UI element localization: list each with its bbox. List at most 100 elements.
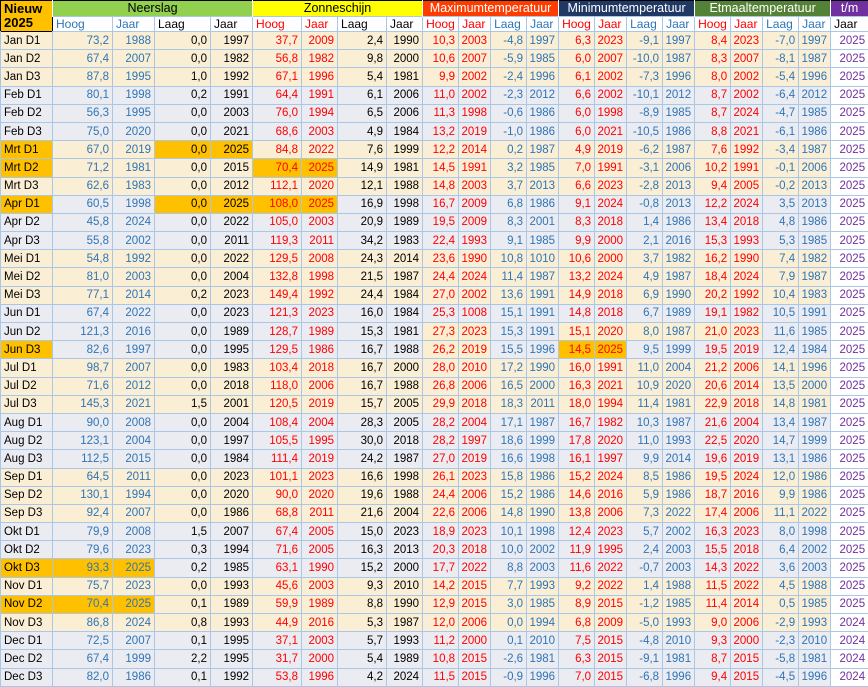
data-cell[interactable]: 19,5 — [694, 467, 732, 487]
tm-cell[interactable]: 2025 — [830, 576, 868, 596]
data-cell[interactable]: 2015 — [594, 649, 628, 669]
data-cell[interactable]: 1997 — [526, 30, 560, 51]
data-cell[interactable]: 45,8 — [52, 212, 113, 233]
data-cell[interactable]: 1986 — [798, 467, 832, 487]
data-cell[interactable]: 111,4 — [252, 449, 303, 469]
data-cell[interactable]: 27,3 — [422, 321, 460, 342]
data-cell[interactable]: 2002 — [458, 67, 492, 87]
tm-cell[interactable]: 2025 — [830, 321, 868, 342]
data-cell[interactable]: -6,1 — [762, 121, 800, 142]
data-cell[interactable]: 0,0 — [154, 140, 211, 160]
data-cell[interactable]: 2014 — [662, 449, 696, 469]
data-cell[interactable]: 2001 — [209, 394, 254, 414]
data-cell[interactable]: 2025 — [594, 340, 628, 360]
data-cell[interactable]: 55,8 — [52, 231, 113, 251]
data-cell[interactable]: 2023 — [209, 285, 254, 305]
data-cell[interactable]: 68,6 — [252, 121, 303, 142]
data-cell[interactable]: 2003 — [209, 103, 254, 123]
tm-cell[interactable]: 2025 — [830, 340, 868, 360]
data-cell[interactable]: 1986 — [526, 103, 560, 123]
subheader-etmaaltemperatuur-laag-2[interactable]: Laag — [762, 16, 800, 32]
data-cell[interactable]: 6,3 — [558, 30, 596, 51]
data-cell[interactable]: 0,0 — [154, 449, 211, 469]
data-cell[interactable]: 9,4 — [694, 667, 732, 687]
row-label[interactable]: Sep D3 — [0, 503, 53, 524]
row-label[interactable]: Jan D3 — [0, 67, 53, 87]
data-cell[interactable]: 2013 — [526, 176, 560, 196]
row-label[interactable]: Mei D2 — [0, 267, 53, 287]
data-cell[interactable]: -10,1 — [626, 85, 664, 105]
data-cell[interactable]: 2002 — [730, 85, 764, 105]
tm-cell[interactable]: 2025 — [830, 358, 868, 378]
data-cell[interactable]: 10,6 — [558, 249, 596, 269]
data-cell[interactable]: 120,5 — [252, 394, 303, 414]
data-cell[interactable]: 0,0 — [154, 431, 211, 451]
tm-cell[interactable]: 2025 — [830, 522, 868, 542]
tm-cell[interactable]: 2025 — [830, 431, 868, 451]
data-cell[interactable]: 1987 — [662, 140, 696, 160]
data-cell[interactable]: 2019 — [301, 394, 339, 414]
subheader-neerslag-jaar-1[interactable]: Jaar — [112, 16, 155, 32]
data-cell[interactable]: 10,8 — [490, 249, 528, 269]
data-cell[interactable]: 21,5 — [337, 267, 388, 287]
data-cell[interactable]: 6,5 — [337, 103, 388, 123]
data-cell[interactable]: 2,1 — [626, 231, 664, 251]
data-cell[interactable]: 1989 — [301, 594, 339, 615]
data-cell[interactable]: 1991 — [458, 158, 492, 178]
data-cell[interactable]: 1989 — [301, 321, 339, 342]
data-cell[interactable]: 5,4 — [337, 649, 388, 669]
data-cell[interactable]: 16,3 — [694, 522, 732, 542]
data-cell[interactable]: 18,6 — [490, 431, 528, 451]
data-cell[interactable]: 0,0 — [154, 176, 211, 196]
data-cell[interactable]: 2001 — [526, 212, 560, 233]
data-cell[interactable]: 0,0 — [154, 103, 211, 123]
data-cell[interactable]: 1993 — [526, 576, 560, 596]
data-cell[interactable]: 4,9 — [337, 121, 388, 142]
data-cell[interactable]: -0,6 — [490, 103, 528, 123]
data-cell[interactable]: 1986 — [662, 485, 696, 505]
data-cell[interactable]: 1,5 — [154, 522, 211, 542]
data-cell[interactable]: 4,2 — [337, 667, 388, 687]
data-cell[interactable]: 0,0 — [154, 321, 211, 342]
data-cell[interactable]: 2006 — [458, 612, 492, 633]
data-cell[interactable]: 2024 — [386, 667, 424, 687]
data-cell[interactable]: 121,3 — [252, 303, 303, 324]
data-cell[interactable]: 12,9 — [422, 594, 460, 615]
data-cell[interactable]: 82,6 — [52, 340, 113, 360]
data-cell[interactable]: 2011 — [209, 231, 254, 251]
data-cell[interactable]: 2010 — [526, 631, 560, 651]
data-cell[interactable]: 2007 — [112, 631, 155, 651]
data-cell[interactable]: 10,2 — [694, 158, 732, 178]
row-label[interactable]: Dec D1 — [0, 631, 53, 651]
data-cell[interactable]: 56,8 — [252, 49, 303, 69]
data-cell[interactable]: 2013 — [798, 194, 832, 214]
data-cell[interactable]: 18,9 — [422, 522, 460, 542]
data-cell[interactable]: 2015 — [209, 158, 254, 178]
data-cell[interactable]: 2003 — [301, 631, 339, 651]
data-cell[interactable]: 1989 — [386, 212, 424, 233]
data-cell[interactable]: 2004 — [662, 358, 696, 378]
data-cell[interactable]: 1996 — [662, 667, 696, 687]
data-cell[interactable]: 71,6 — [252, 540, 303, 560]
data-cell[interactable]: 93,3 — [52, 558, 113, 578]
data-cell[interactable]: 2015 — [458, 576, 492, 596]
data-cell[interactable]: 6,9 — [626, 285, 664, 305]
subheader-minimumtemperatuur-laag-2[interactable]: Laag — [626, 16, 664, 32]
data-cell[interactable]: 1995 — [209, 631, 254, 651]
row-label[interactable]: Feb D2 — [0, 103, 53, 123]
data-cell[interactable]: 0,0 — [154, 412, 211, 433]
data-cell[interactable]: 8,0 — [694, 67, 732, 87]
tm-cell[interactable]: 2025 — [830, 158, 868, 178]
data-cell[interactable]: -9,1 — [626, 30, 664, 51]
data-cell[interactable]: 1996 — [798, 67, 832, 87]
tm-cell[interactable]: 2025 — [830, 394, 868, 414]
data-cell[interactable]: 16,7 — [337, 376, 388, 396]
data-cell[interactable]: -5,4 — [762, 67, 800, 87]
data-cell[interactable]: 2025 — [209, 194, 254, 214]
data-cell[interactable]: 19,5 — [422, 212, 460, 233]
data-cell[interactable]: 2005 — [386, 412, 424, 433]
data-cell[interactable]: 75,7 — [52, 576, 113, 596]
row-label[interactable]: Aug D2 — [0, 431, 53, 451]
data-cell[interactable]: 9,3 — [694, 631, 732, 651]
data-cell[interactable]: 2,4 — [337, 30, 388, 51]
